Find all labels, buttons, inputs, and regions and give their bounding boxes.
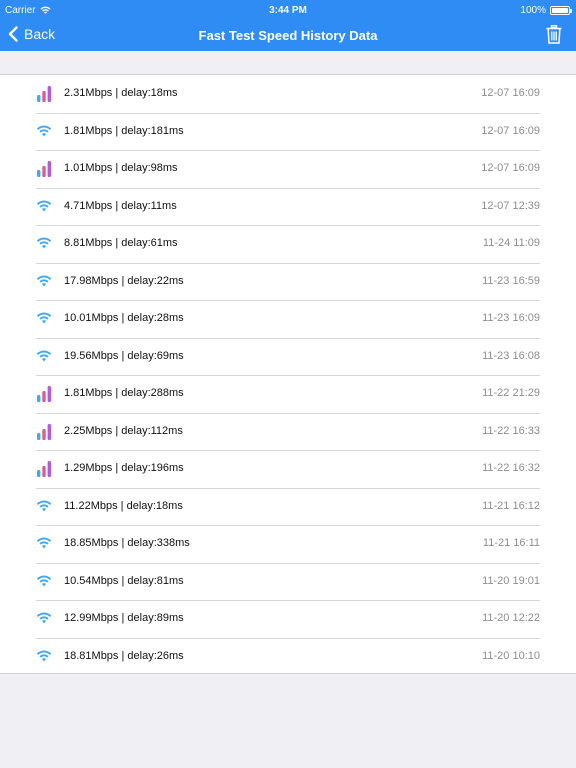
delete-button[interactable]	[546, 25, 562, 49]
wifi-icon	[36, 611, 52, 627]
timestamp: 11-20 10:10	[482, 649, 540, 662]
wifi-icon	[36, 199, 52, 215]
history-row[interactable]: 18.81Mbps | delay:26ms 11-20 10:10	[0, 637, 576, 676]
wifi-icon	[36, 574, 52, 590]
cellular-icon	[36, 161, 52, 177]
history-row[interactable]: 12.99Mbps | delay:89ms 11-20 12:22	[0, 600, 576, 638]
wifi-icon	[36, 499, 52, 515]
history-row[interactable]: 1.29Mbps | delay:196ms 11-22 16:32	[0, 450, 576, 488]
speed-delay-text: 18.81Mbps | delay:26ms	[64, 649, 184, 662]
timestamp: 11-21 16:11	[482, 537, 540, 549]
battery-icon	[550, 6, 572, 15]
speed-delay-text: 10.01Mbps | delay:28ms	[64, 312, 184, 324]
history-row[interactable]: 10.54Mbps | delay:81ms 11-20 19:01	[0, 562, 576, 601]
speed-delay-text: 2.25Mbps | delay:112ms	[64, 424, 183, 437]
speed-delay-text: 18.85Mbps | delay:338ms	[64, 537, 190, 549]
history-row[interactable]: 1.81Mbps | delay:181ms 12-07 16:09	[0, 112, 576, 151]
status-bar: Carrier 3:44 PM 100%	[0, 0, 576, 20]
speed-delay-text: 19.56Mbps | delay:69ms	[64, 349, 184, 362]
history-row[interactable]: 17.98Mbps | delay:22ms 11-23 16:59	[0, 262, 576, 301]
battery-percent: 100%	[520, 5, 546, 16]
wifi-icon	[36, 274, 52, 290]
cellular-icon	[36, 86, 52, 102]
timestamp: 12-07 16:09	[481, 162, 540, 174]
status-right: 100%	[520, 5, 572, 16]
wifi-icon	[36, 536, 52, 552]
wifi-icon	[36, 236, 52, 252]
history-row[interactable]: 4.71Mbps | delay:11ms 12-07 12:39	[0, 187, 576, 226]
history-row[interactable]: 18.85Mbps | delay:338ms 11-21 16:11	[0, 525, 576, 563]
cellular-icon	[36, 386, 52, 402]
history-row[interactable]: 8.81Mbps | delay:61ms 11-24 11:09	[0, 225, 576, 263]
trash-icon	[546, 25, 562, 44]
timestamp: 11-20 19:01	[482, 574, 540, 587]
timestamp: 11-22 21:29	[482, 387, 540, 399]
app-header: Carrier 3:44 PM 100% Back Fast Test Spee…	[0, 0, 576, 51]
speed-delay-text: 17.98Mbps | delay:22ms	[64, 274, 184, 287]
speed-delay-text: 8.81Mbps | delay:61ms	[64, 237, 178, 249]
timestamp: 11-20 12:22	[482, 612, 540, 624]
timestamp: 12-07 12:39	[481, 199, 540, 212]
speed-delay-text: 4.71Mbps | delay:11ms	[64, 199, 177, 212]
history-row[interactable]: 2.31Mbps | delay:18ms 12-07 16:09	[0, 75, 576, 113]
navigation-bar: Back Fast Test Speed History Data	[0, 20, 576, 51]
timestamp: 12-07 16:09	[481, 124, 540, 137]
history-row[interactable]: 10.01Mbps | delay:28ms 11-23 16:09	[0, 300, 576, 338]
wifi-icon	[36, 124, 52, 140]
timestamp: 11-24 11:09	[482, 237, 540, 249]
speed-delay-text: 2.31Mbps | delay:18ms	[64, 87, 178, 99]
history-row[interactable]: 1.81Mbps | delay:288ms 11-22 21:29	[0, 375, 576, 413]
timestamp: 11-23 16:09	[482, 312, 540, 324]
timestamp: 12-07 16:09	[481, 87, 540, 99]
status-time: 3:44 PM	[269, 5, 307, 16]
page-title: Fast Test Speed History Data	[198, 28, 378, 43]
timestamp: 11-22 16:33	[482, 424, 540, 437]
speed-delay-text: 1.01Mbps | delay:98ms	[64, 162, 178, 174]
wifi-icon	[36, 649, 52, 665]
cellular-icon	[36, 423, 52, 440]
wifi-icon	[36, 311, 52, 327]
timestamp: 11-23 16:08	[482, 349, 540, 362]
cellular-icon	[36, 461, 52, 477]
history-row[interactable]: 19.56Mbps | delay:69ms 11-23 16:08	[0, 337, 576, 376]
speed-delay-text: 12.99Mbps | delay:89ms	[64, 612, 184, 624]
history-row[interactable]: 1.01Mbps | delay:98ms 12-07 16:09	[0, 150, 576, 188]
speed-delay-text: 1.81Mbps | delay:288ms	[64, 387, 184, 399]
timestamp: 11-22 16:32	[482, 462, 540, 474]
history-list: 2.31Mbps | delay:18ms 12-07 16:09 1.81Mb…	[0, 74, 576, 674]
history-row[interactable]: 11.22Mbps | delay:18ms 11-21 16:12	[0, 487, 576, 526]
wifi-icon	[36, 349, 52, 365]
speed-delay-text: 1.81Mbps | delay:181ms	[64, 124, 184, 137]
speed-delay-text: 1.29Mbps | delay:196ms	[64, 462, 184, 474]
timestamp: 11-21 16:12	[482, 499, 540, 512]
history-row[interactable]: 2.25Mbps | delay:112ms 11-22 16:33	[0, 412, 576, 451]
speed-delay-text: 10.54Mbps | delay:81ms	[64, 574, 184, 587]
speed-delay-text: 11.22Mbps | delay:18ms	[64, 499, 183, 512]
timestamp: 11-23 16:59	[482, 274, 540, 287]
